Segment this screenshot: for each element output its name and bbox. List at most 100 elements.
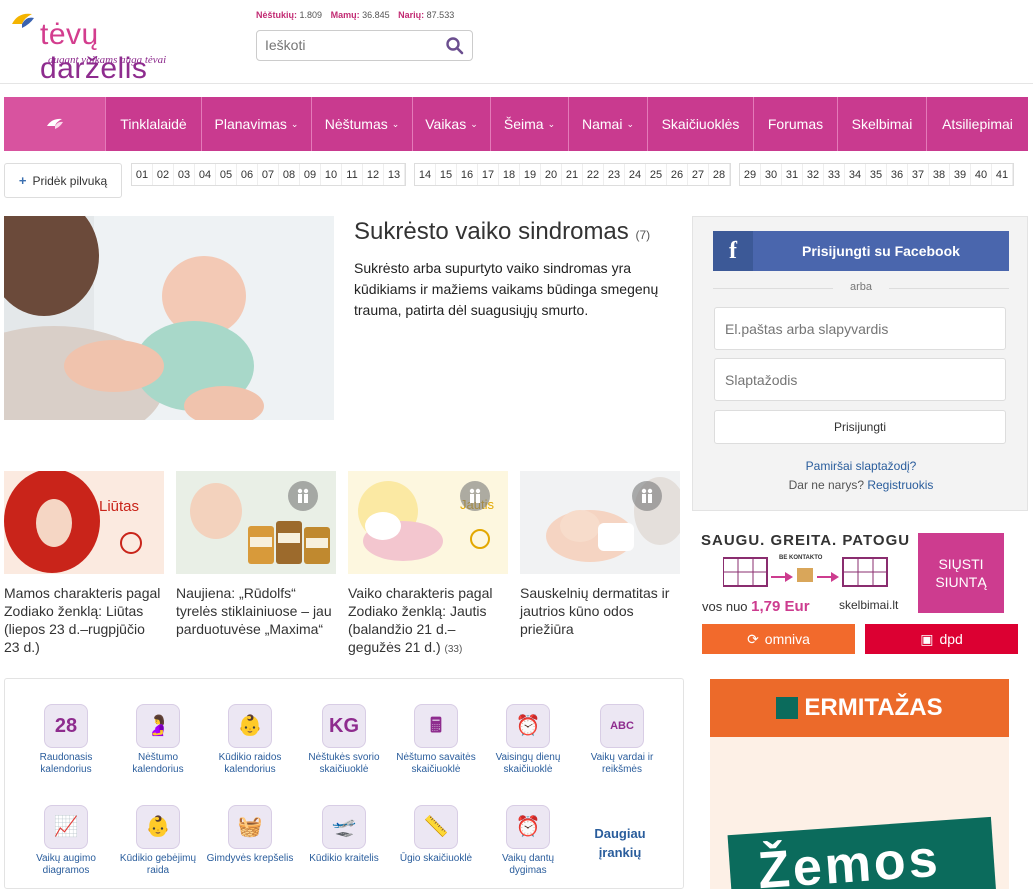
search-input[interactable] bbox=[257, 31, 437, 59]
nav-skelbimai[interactable]: Skelbimai bbox=[837, 97, 926, 151]
more-tools-link[interactable]: Daugiau įrankių bbox=[580, 824, 660, 862]
nav-skaiciuokles[interactable]: Skaičiuoklės bbox=[647, 97, 753, 151]
logo-tagline: augant vaikams auga tėvai bbox=[48, 54, 167, 66]
site-logo[interactable]: tėvų darželis augant vaikams auga tėvai bbox=[8, 8, 208, 85]
featured-article-image[interactable] bbox=[4, 216, 334, 420]
week-link[interactable]: 01 bbox=[132, 164, 153, 185]
password-field[interactable] bbox=[714, 358, 1006, 401]
article-card[interactable]: Sauskelnių dermatitas ir jautrios kūno o… bbox=[520, 471, 680, 641]
week-link[interactable]: 32 bbox=[803, 164, 824, 185]
stat-moms: Mamų: 36.845 bbox=[330, 10, 390, 20]
tool-link[interactable]: 👶 Kūdikio gebėjimų raida bbox=[113, 805, 203, 877]
week-link[interactable]: 34 bbox=[845, 164, 866, 185]
week-link[interactable]: 35 bbox=[866, 164, 887, 185]
nav-vaikas[interactable]: Vaikas ⌄ bbox=[412, 97, 490, 151]
week-link[interactable]: 40 bbox=[971, 164, 992, 185]
week-link[interactable]: 22 bbox=[583, 164, 604, 185]
tool-link[interactable]: 28 Raudonasis kalendorius bbox=[21, 704, 111, 776]
week-link[interactable]: 18 bbox=[499, 164, 520, 185]
week-link[interactable]: 16 bbox=[457, 164, 478, 185]
tool-link[interactable]: 🖩 Nėštumo savaitės skaičiuoklė bbox=[391, 704, 481, 776]
stat-members: Narių: 87.533 bbox=[398, 10, 455, 20]
register-link[interactable]: Registruokis bbox=[867, 478, 933, 492]
dpd-cube-icon: ▣ bbox=[920, 630, 934, 647]
week-link[interactable]: 41 bbox=[992, 164, 1013, 185]
week-link[interactable]: 12 bbox=[363, 164, 384, 185]
logo-word-1: tėvų bbox=[40, 18, 99, 51]
week-link[interactable]: 07 bbox=[258, 164, 279, 185]
nav-nestumas[interactable]: Nėštumas ⌄ bbox=[311, 97, 412, 151]
login-button[interactable]: Prisijungti bbox=[714, 410, 1006, 444]
email-field[interactable] bbox=[714, 307, 1006, 350]
tool-link[interactable]: ⏰ Vaisingų dienų skaičiuoklė bbox=[483, 704, 573, 776]
week-link[interactable]: 02 bbox=[153, 164, 174, 185]
week-link[interactable]: 15 bbox=[436, 164, 457, 185]
week-link[interactable]: 06 bbox=[237, 164, 258, 185]
facebook-login-button[interactable]: f Prisijungti su Facebook bbox=[713, 231, 1009, 271]
week-link[interactable]: 31 bbox=[782, 164, 803, 185]
nav-tinklalaide[interactable]: Tinklalaidė bbox=[105, 97, 201, 151]
tool-link[interactable]: 📏 Ūgio skaičiuoklė bbox=[391, 805, 481, 865]
week-link[interactable]: 09 bbox=[300, 164, 321, 185]
parcel-ad-banner[interactable]: SAUGU. GREITA. PATOGU BE KONTAKTO SIŲSTI… bbox=[699, 526, 1029, 660]
week-link[interactable]: 25 bbox=[646, 164, 667, 185]
tool-link[interactable]: KG Nėštukės svorio skaičiuoklė bbox=[299, 704, 389, 776]
week-link[interactable]: 17 bbox=[478, 164, 499, 185]
forgot-password-link[interactable]: Pamiršai slaptažodį? bbox=[693, 459, 1029, 473]
week-link[interactable]: 27 bbox=[688, 164, 709, 185]
article-card[interactable]: Naujiena: „Rūdolfs“ tyrelės stiklainiuos… bbox=[176, 471, 336, 641]
ermitazas-ad[interactable]: ERMITAŽAS Žemos bbox=[710, 679, 1009, 889]
tool-link[interactable]: 📈 Vaikų augimo diagramos bbox=[21, 805, 111, 877]
tool-link[interactable]: 👶 Kūdikio raidos kalendorius bbox=[205, 704, 295, 776]
week-link[interactable]: 19 bbox=[520, 164, 541, 185]
week-link[interactable]: 10 bbox=[321, 164, 342, 185]
tool-link[interactable]: 🛫 Kūdikio kraitelis bbox=[299, 805, 389, 865]
add-belly-button[interactable]: + Pridėk pilvuką bbox=[4, 163, 122, 198]
week-link[interactable]: 20 bbox=[541, 164, 562, 185]
week-link[interactable]: 39 bbox=[950, 164, 971, 185]
week-link[interactable]: 30 bbox=[761, 164, 782, 185]
nav-planavimas[interactable]: Planavimas ⌄ bbox=[201, 97, 311, 151]
week-link[interactable]: 14 bbox=[415, 164, 436, 185]
week-link[interactable]: 37 bbox=[908, 164, 929, 185]
teeth-alarm-icon: ⏰ bbox=[506, 805, 550, 849]
baby-head-icon: 👶 bbox=[228, 704, 272, 748]
nav-home-button[interactable] bbox=[4, 97, 105, 151]
featured-article-title[interactable]: Sukrėsto vaiko sindromas (7) bbox=[354, 218, 650, 246]
week-link[interactable]: 24 bbox=[625, 164, 646, 185]
week-link[interactable]: 21 bbox=[562, 164, 583, 185]
chevron-down-icon: ⌄ bbox=[290, 118, 299, 129]
ovulation-icon: ⏰ bbox=[506, 704, 550, 748]
week-link[interactable]: 38 bbox=[929, 164, 950, 185]
tool-link[interactable]: 🤰 Nėštumo kalendorius bbox=[113, 704, 203, 776]
week-link[interactable]: 05 bbox=[216, 164, 237, 185]
nav-forumas[interactable]: Forumas bbox=[753, 97, 837, 151]
week-link[interactable]: 23 bbox=[604, 164, 625, 185]
search-icon[interactable] bbox=[444, 36, 466, 56]
week-link[interactable]: 26 bbox=[667, 164, 688, 185]
nav-namai[interactable]: Namai ⌄ bbox=[568, 97, 647, 151]
nav-seima[interactable]: Šeima ⌄ bbox=[490, 97, 568, 151]
calendar-icon: 28 bbox=[44, 704, 88, 748]
week-link[interactable]: 33 bbox=[824, 164, 845, 185]
pregnancy-icon: 🤰 bbox=[136, 704, 180, 748]
week-link[interactable]: 36 bbox=[887, 164, 908, 185]
week-link[interactable]: 28 bbox=[709, 164, 730, 185]
week-link[interactable]: 11 bbox=[342, 164, 363, 185]
tool-link[interactable]: ⏰ Vaikų dantų dygimas bbox=[483, 805, 573, 877]
week-link[interactable]: 03 bbox=[174, 164, 195, 185]
article-card[interactable]: Jautis Vaiko charakteris pagal Zodiako ž… bbox=[348, 471, 508, 659]
week-link[interactable]: 13 bbox=[384, 164, 405, 185]
tool-link[interactable]: 🧺 Gimdyvės krepšelis bbox=[205, 805, 295, 865]
week-link[interactable]: 29 bbox=[740, 164, 761, 185]
chevron-down-icon: ⌄ bbox=[470, 118, 478, 129]
article-card[interactable]: Liūtas Mamos charakteris pagal Zodiako ž… bbox=[4, 471, 164, 659]
send-parcel-button[interactable]: SIŲSTI SIUNTĄ bbox=[918, 533, 1004, 613]
facebook-icon: f bbox=[713, 231, 753, 271]
nav-atsiliepimai[interactable]: Atsiliepimai bbox=[926, 97, 1028, 151]
tool-link[interactable]: ABC Vaikų vardai ir reikšmės bbox=[577, 704, 667, 776]
dpd-logo: ▣ dpd bbox=[865, 624, 1018, 654]
week-link[interactable]: 04 bbox=[195, 164, 216, 185]
week-link[interactable]: 08 bbox=[279, 164, 300, 185]
ermitazas-logo: ERMITAŽAS bbox=[710, 679, 1009, 737]
